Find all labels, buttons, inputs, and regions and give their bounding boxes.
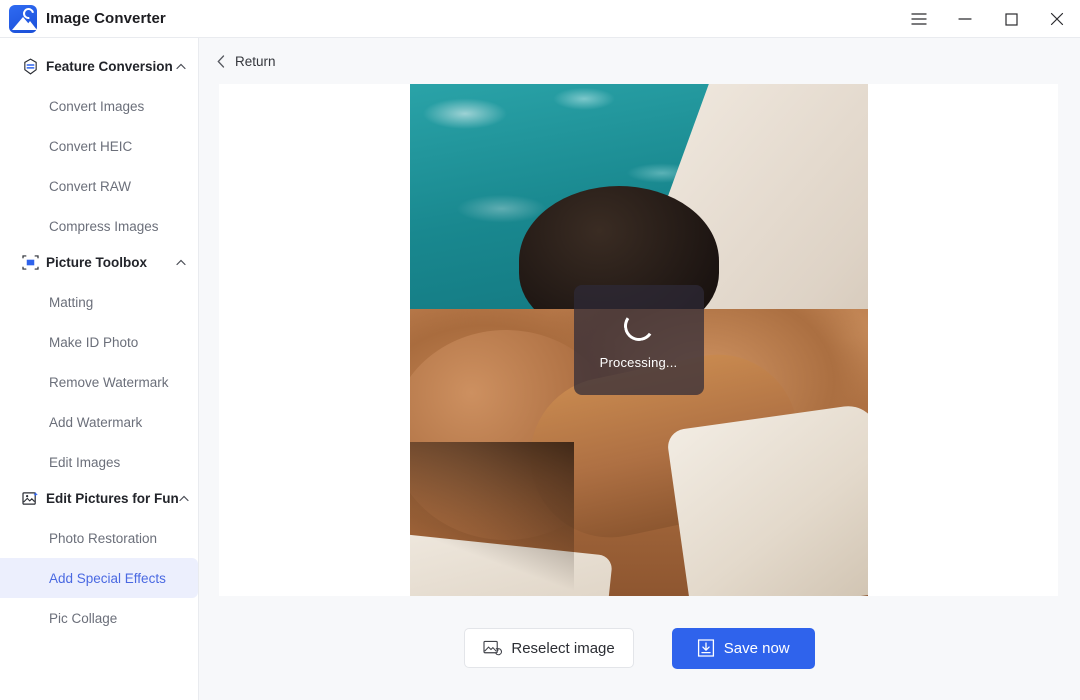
sidebar-item-label: Matting (49, 294, 94, 310)
sidebar-group-label: Edit Pictures for Fun (46, 490, 179, 506)
sidebar: Feature Conversion Convert Images Conver… (0, 38, 199, 700)
sidebar-item-convert-raw[interactable]: Convert RAW (0, 166, 198, 206)
convert-hexagon-icon (22, 57, 39, 75)
save-now-button[interactable]: Save now (671, 627, 815, 669)
preview-photo[interactable]: Processing... (409, 84, 868, 596)
sidebar-item-label: Edit Images (49, 454, 121, 470)
sidebar-item-label: Add Watermark (49, 414, 143, 430)
sidebar-item-pic-collage[interactable]: Pic Collage (0, 598, 198, 638)
sidebar-item-label: Pic Collage (49, 610, 118, 626)
window-controls (896, 0, 1080, 38)
sidebar-item-photo-restoration[interactable]: Photo Restoration (0, 518, 198, 558)
sidebar-item-label: Make ID Photo (49, 334, 139, 350)
reselect-image-button[interactable]: Reselect image (464, 628, 634, 668)
sidebar-item-remove-watermark[interactable]: Remove Watermark (0, 362, 198, 402)
sidebar-group-edit-pictures-for-fun[interactable]: Edit Pictures for Fun (0, 482, 198, 514)
sidebar-item-label: Add Special Effects (49, 570, 166, 586)
image-converter-logo (9, 4, 37, 33)
sidebar-item-matting[interactable]: Matting (0, 282, 198, 322)
logo-mountain-small-shape (23, 20, 37, 30)
sidebar-item-make-id-photo[interactable]: Make ID Photo (0, 322, 198, 362)
sidebar-item-label: Compress Images (49, 218, 159, 234)
close-icon[interactable] (1034, 0, 1080, 38)
chevron-up-icon[interactable] (176, 61, 186, 71)
chevron-up-icon[interactable] (179, 493, 189, 503)
sidebar-item-label: Convert Images (49, 98, 145, 114)
sidebar-item-convert-heic[interactable]: Convert HEIC (0, 126, 198, 166)
preview-card: Processing... (219, 84, 1058, 596)
reselect-image-label: Reselect image (511, 639, 615, 657)
sidebar-group-label: Feature Conversion (46, 58, 173, 74)
return-label: Return (235, 53, 276, 69)
window-body: Feature Conversion Convert Images Conver… (0, 38, 1080, 700)
sidebar-item-label: Convert HEIC (49, 138, 133, 154)
chevron-up-icon[interactable] (176, 257, 186, 267)
picture-sparkle-icon (22, 490, 39, 507)
sidebar-item-add-watermark[interactable]: Add Watermark (0, 402, 198, 442)
sidebar-item-label: Convert RAW (49, 178, 132, 194)
sidebar-item-edit-images[interactable]: Edit Images (0, 442, 198, 482)
minimize-icon[interactable] (942, 0, 988, 38)
photo-towel-right (665, 402, 868, 596)
sidebar-group-picture-toolbox[interactable]: Picture Toolbox (0, 246, 198, 278)
processing-overlay: Processing... (573, 285, 704, 395)
photo-shadow (409, 442, 575, 596)
sidebar-item-compress-images[interactable]: Compress Images (0, 206, 198, 246)
main-content: Return Processing... Reselect image Save… (199, 38, 1080, 700)
sidebar-item-label: Photo Restoration (49, 530, 158, 546)
sidebar-item-label: Remove Watermark (49, 374, 169, 390)
reselect-image-icon (483, 640, 503, 657)
app-window: Image Converter Feature Conversion Conve… (0, 0, 1080, 700)
chevron-left-icon (217, 54, 227, 68)
title-bar: Image Converter (0, 0, 1080, 38)
toolbox-frame-icon (22, 254, 39, 271)
sidebar-group-feature-conversion[interactable]: Feature Conversion (0, 50, 198, 82)
menu-icon[interactable] (896, 0, 942, 38)
sidebar-item-convert-images[interactable]: Convert Images (0, 86, 198, 126)
download-save-icon (697, 639, 715, 657)
return-bar: Return (199, 38, 1080, 84)
maximize-icon[interactable] (988, 0, 1034, 38)
processing-status-text: Processing... (599, 354, 678, 370)
action-bar: Reselect image Save now (199, 596, 1080, 700)
sidebar-group-label: Picture Toolbox (46, 254, 148, 270)
save-now-label: Save now (723, 639, 790, 657)
return-button[interactable]: Return (217, 54, 276, 69)
sidebar-item-add-special-effects[interactable]: Add Special Effects (0, 558, 198, 598)
loading-spinner (621, 308, 656, 343)
app-title: Image Converter (46, 10, 166, 27)
